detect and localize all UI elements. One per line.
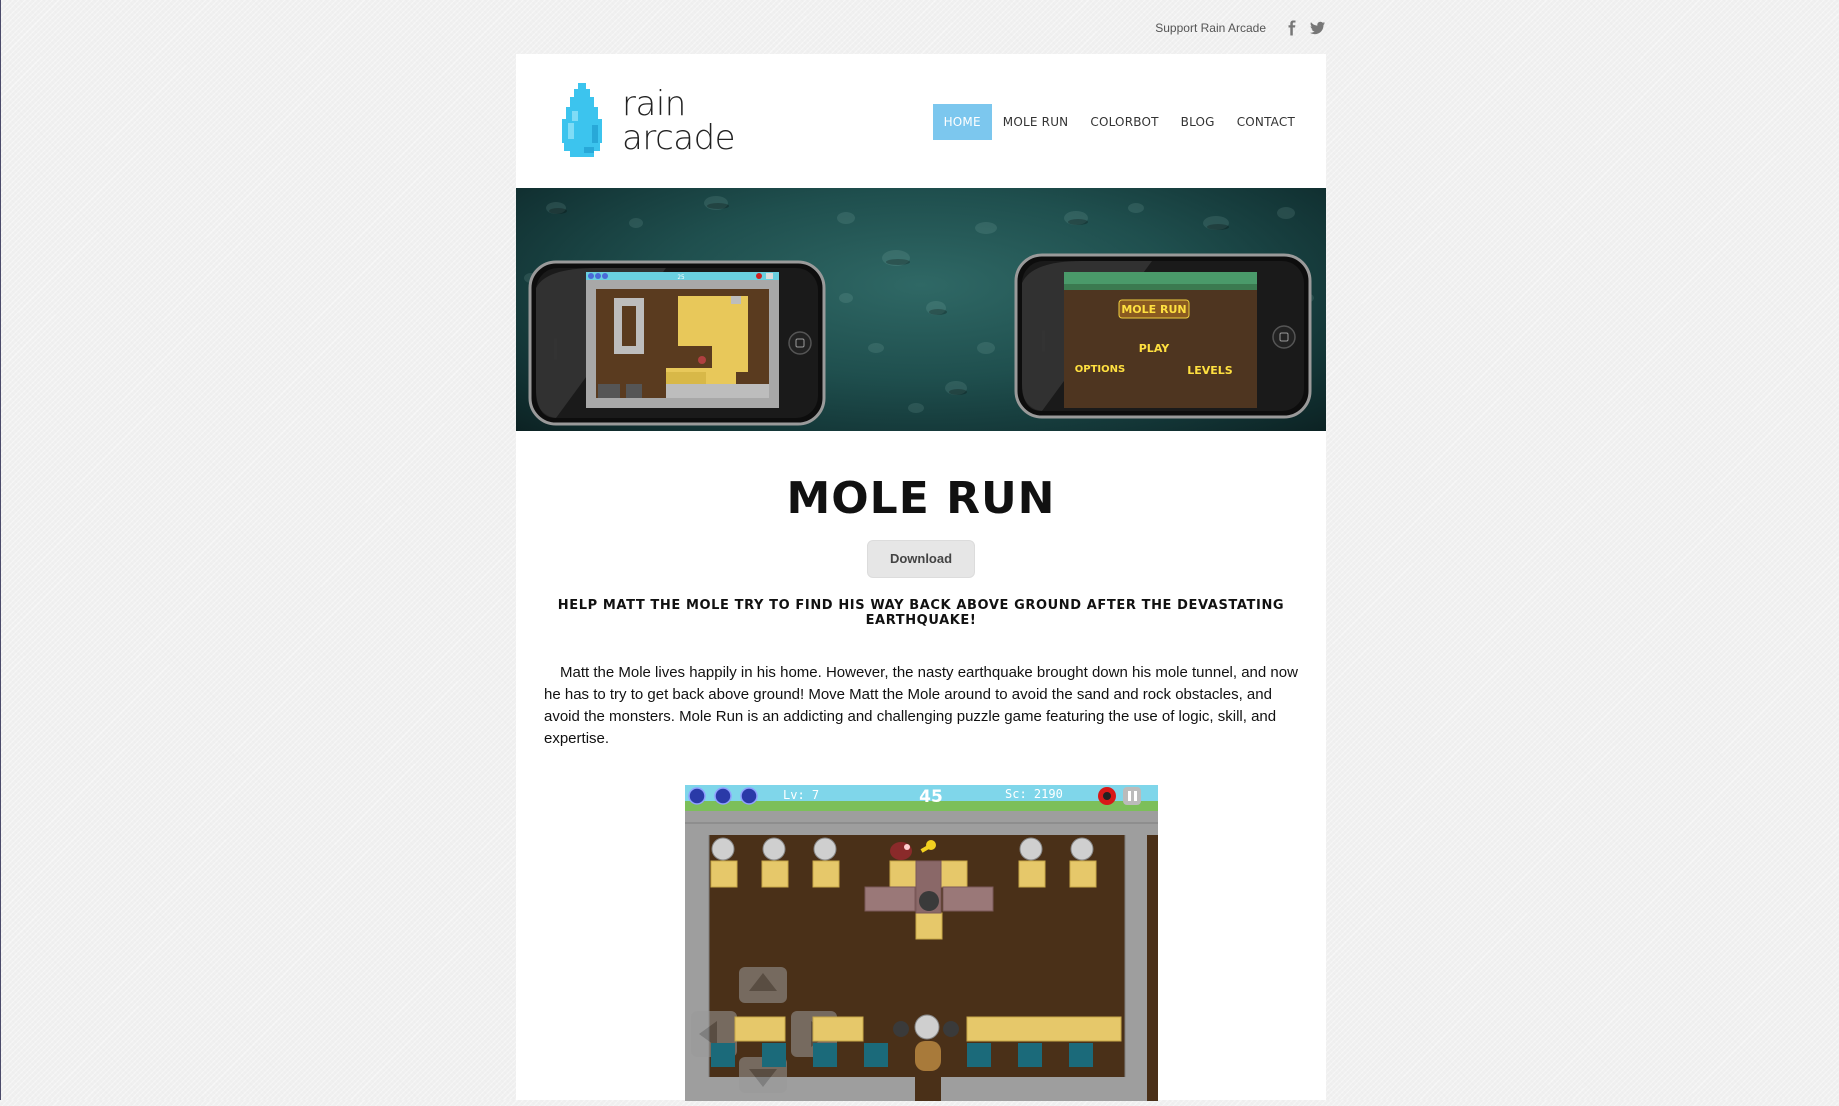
level-label: Lv: 7 <box>783 788 819 802</box>
window-left-edge <box>0 0 1 1100</box>
site-header: rain arcade HOME MOLE RUN COLORBOT BLOG … <box>516 54 1326 188</box>
main-nav: HOME MOLE RUN COLORBOT BLOG CONTACT <box>932 104 1306 140</box>
nav-item-colorbot[interactable]: COLORBOT <box>1079 104 1169 140</box>
pause-icon[interactable] <box>1122 787 1141 805</box>
logo-line-2: arcade <box>622 118 736 158</box>
gem-lives <box>687 787 758 805</box>
twitter-icon[interactable] <box>1310 20 1326 36</box>
right-phone-options: OPTIONS <box>1075 364 1125 375</box>
logo-wordmark: rain arcade <box>622 84 736 158</box>
score-label: Sc: 2190 <box>1005 787 1063 801</box>
left-phone-hud-score: 25 <box>677 274 685 281</box>
exit-door-icon <box>914 1041 941 1071</box>
nav-item-home[interactable]: HOME <box>932 104 992 140</box>
nav-item-mole-run[interactable]: MOLE RUN <box>992 104 1080 140</box>
facebook-icon[interactable] <box>1284 20 1300 36</box>
nav-item-blog[interactable]: BLOG <box>1170 104 1226 140</box>
right-phone-play: PLAY <box>1139 342 1171 355</box>
tagline: HELP MATT THE MOLE TRY TO FIND HIS WAY B… <box>557 598 1285 628</box>
right-phone-mockup: MOLE RUN PLAY OPTIONS LEVELS <box>1014 253 1312 419</box>
support-link[interactable]: Support Rain Arcade <box>1155 21 1266 35</box>
mole-character <box>889 842 912 860</box>
logo[interactable]: rain arcade <box>554 78 754 164</box>
right-phone-levels: LEVELS <box>1187 364 1233 377</box>
gameplay-screenshot: Lv: 7 45 Sc: 2190 <box>684 785 1158 1101</box>
download-button[interactable]: Download <box>867 540 975 578</box>
nav-item-contact[interactable]: CONTACT <box>1226 104 1306 140</box>
content-area: MOLE RUN Download HELP MATT THE MOLE TRY… <box>516 473 1326 1101</box>
raindrop-logo-icon <box>562 83 602 157</box>
game-description: Matt the Mole lives happily in his home.… <box>544 664 1298 747</box>
main-container: rain arcade HOME MOLE RUN COLORBOT BLOG … <box>516 54 1326 1101</box>
timer-label: 45 <box>919 787 943 807</box>
left-phone-mockup: 25 <box>528 260 826 426</box>
top-utility-bar: Support Rain Arcade <box>516 18 1326 38</box>
right-phone-title: MOLE RUN <box>1121 303 1186 316</box>
logo-line-1: rain <box>622 84 686 124</box>
hero-banner: 25 MOLE RUN PLAY OPTIONS LEVELS <box>516 188 1326 431</box>
page-title: MOLE RUN <box>786 473 1056 524</box>
